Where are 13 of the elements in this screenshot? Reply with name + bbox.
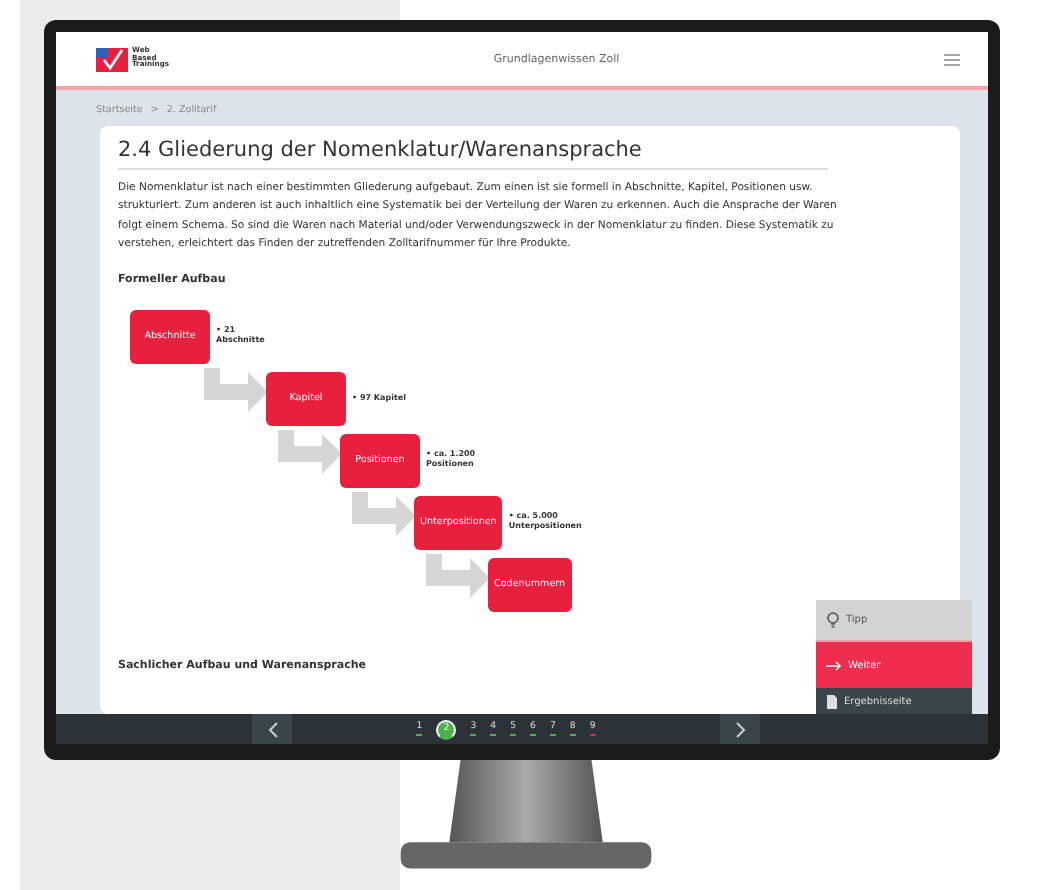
chevron-right-icon bbox=[735, 721, 745, 737]
step-arrow-icon bbox=[426, 553, 494, 602]
lightbulb-icon bbox=[826, 612, 840, 628]
logo-icon bbox=[96, 47, 128, 71]
page-heading: 2.4 Gliederung der Nomenklatur/Warenansprache bbox=[118, 138, 828, 170]
step-arrow-icon bbox=[204, 367, 272, 416]
document-icon bbox=[826, 693, 838, 709]
previous-button[interactable] bbox=[252, 714, 292, 744]
chevron-left-icon bbox=[267, 721, 277, 737]
arrow-right-icon bbox=[826, 659, 842, 671]
step-arrow-icon bbox=[278, 429, 346, 478]
step-arrow-icon bbox=[352, 491, 420, 540]
next-page-button[interactable] bbox=[720, 714, 760, 744]
